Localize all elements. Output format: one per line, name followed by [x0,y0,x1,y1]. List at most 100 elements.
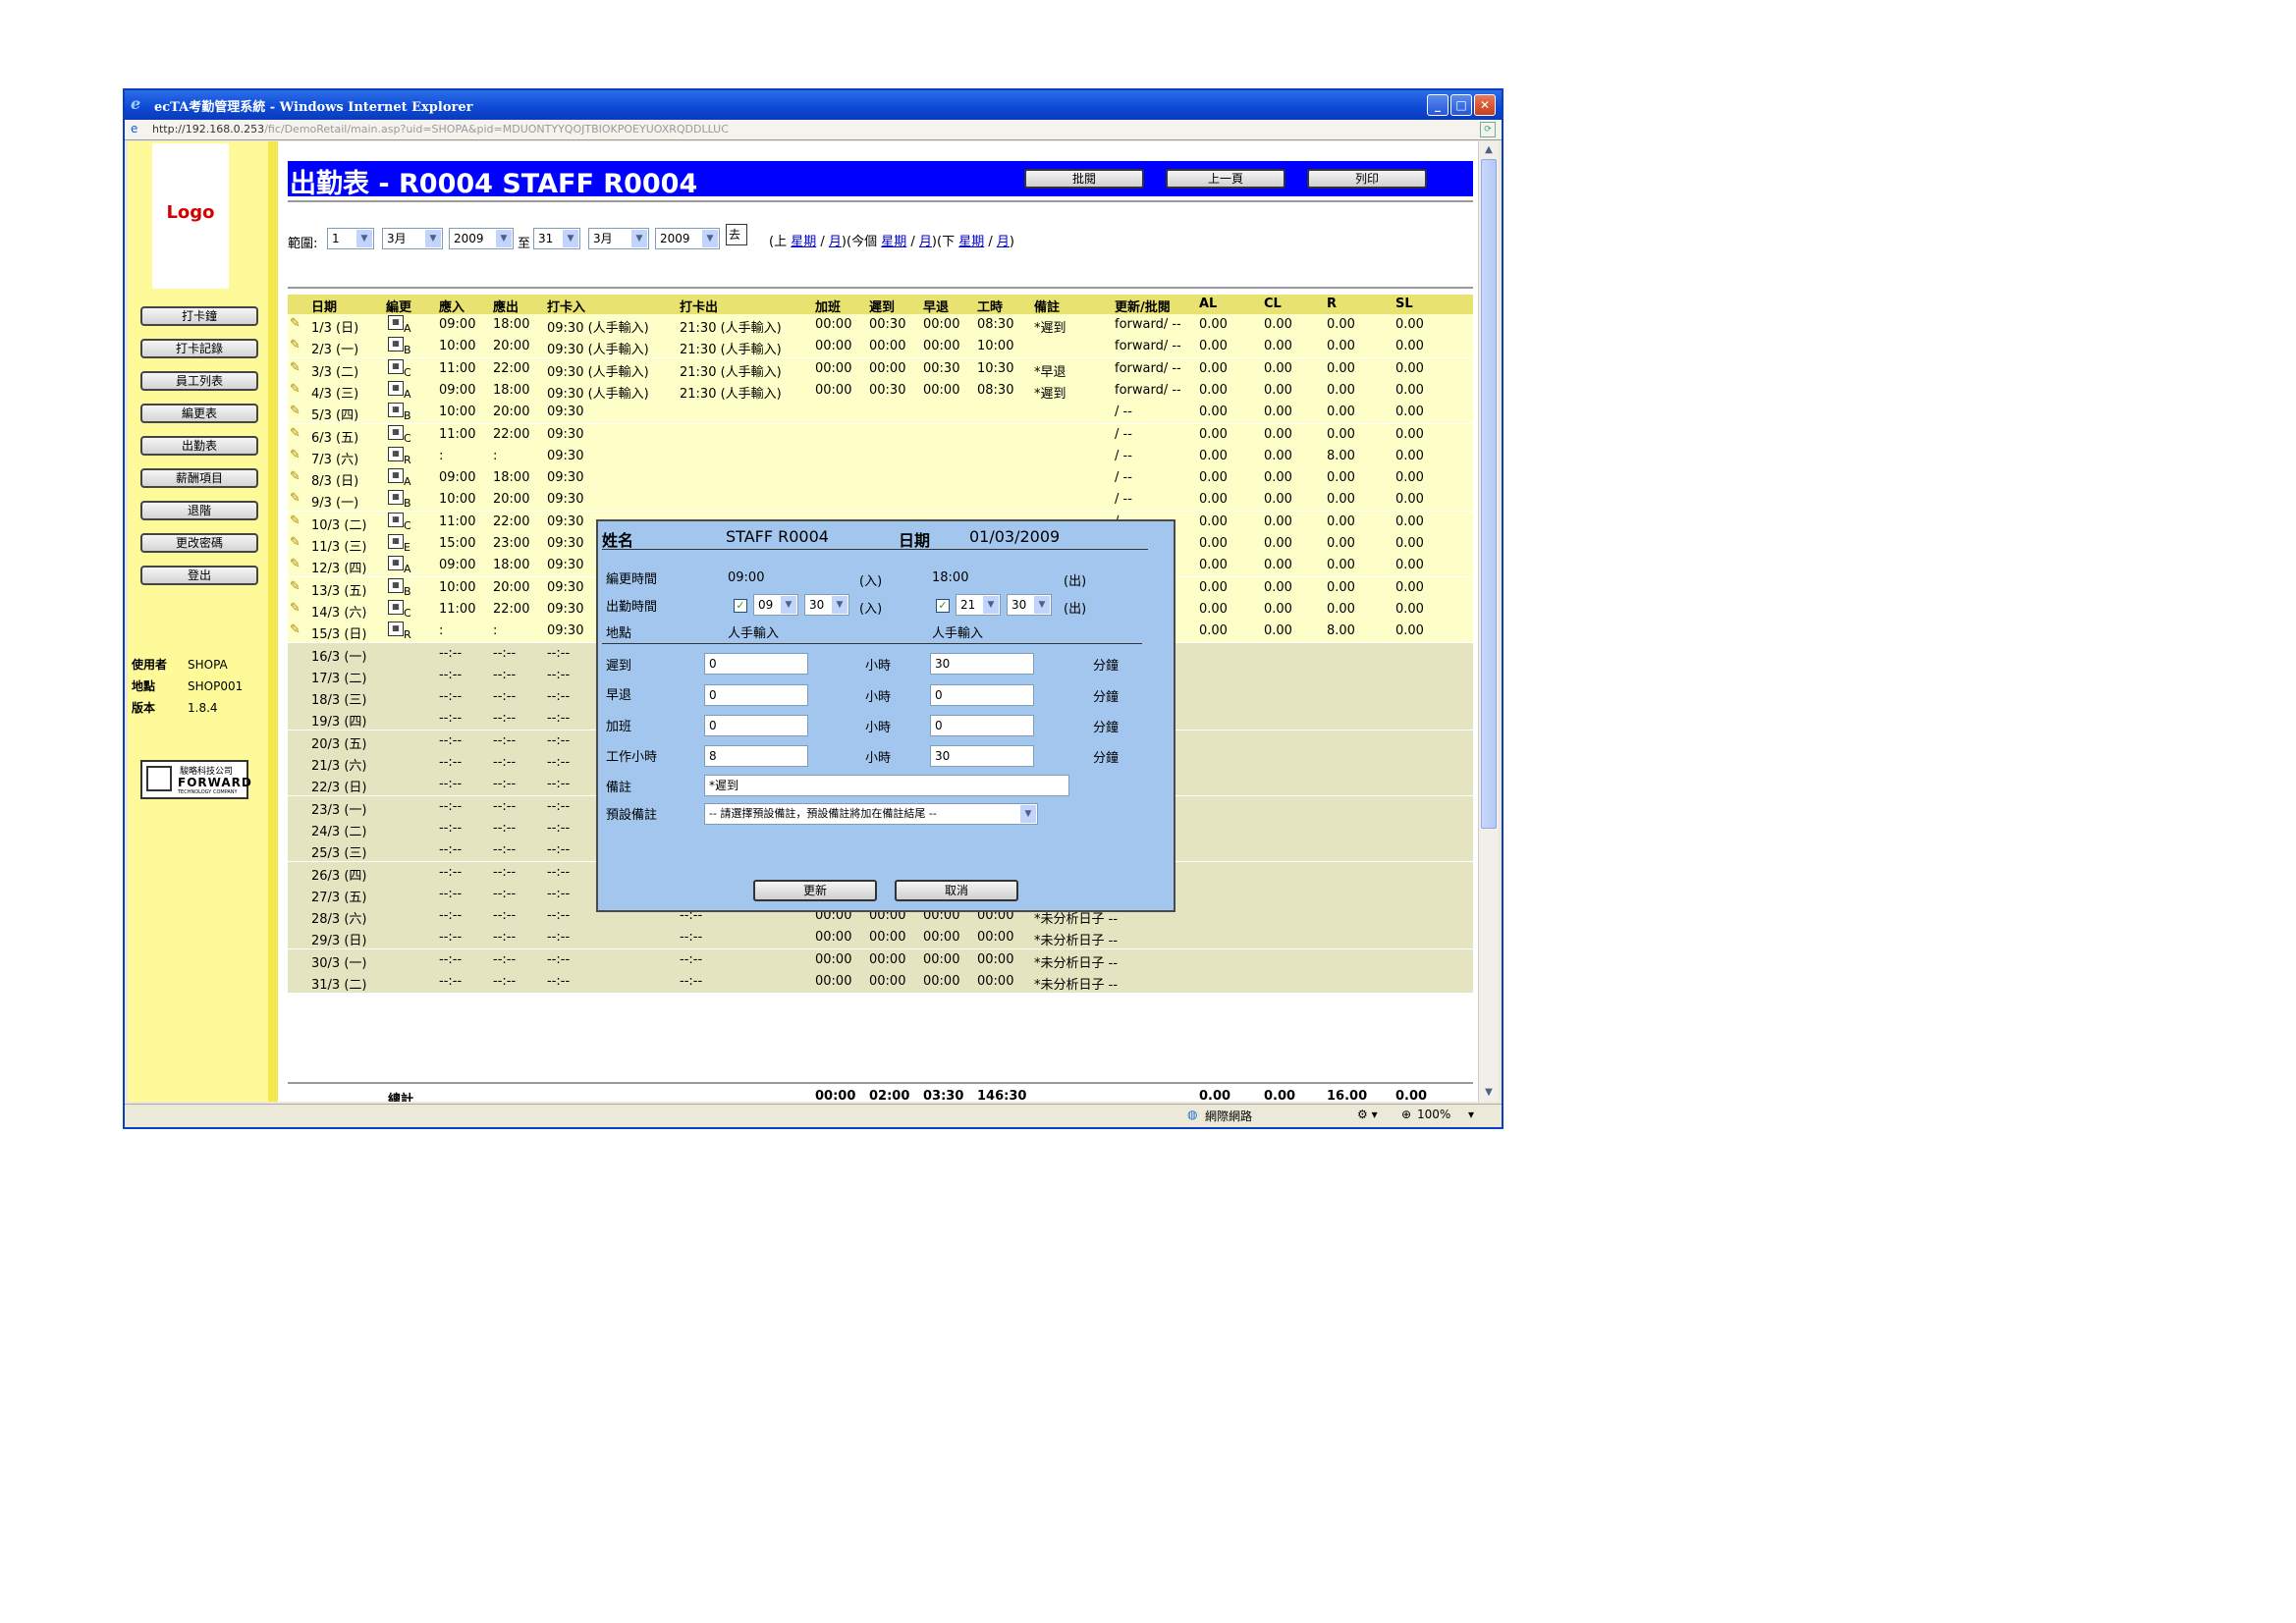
nav-clock-records-button[interactable]: 打卡記錄 [140,339,258,358]
nav-logout-button[interactable]: 登出 [140,566,258,585]
edit-pencil-icon[interactable]: ✎ [290,557,301,571]
to-day-select[interactable]: 31 ▼ [533,228,580,249]
nav-staff-list-button[interactable]: 員工列表 [140,371,258,391]
title-bar[interactable]: e ecTA考勤管理系統 - Windows Internet Explorer… [125,90,1502,120]
edit-pencil-icon[interactable]: ✎ [290,535,301,550]
zoom-level[interactable]: 100% [1417,1108,1450,1121]
calendar-icon[interactable]: ▦ [388,490,404,506]
close-button[interactable]: ✕ [1474,94,1496,116]
edit-pencil-icon[interactable]: ✎ [290,426,301,441]
row-date[interactable]: 14/3 (六) [311,602,366,621]
security-icon[interactable]: ⚙ ▾ [1357,1108,1378,1121]
edit-pencil-icon[interactable]: ✎ [290,316,301,331]
table-row[interactable]: ✎ ▦ A 4/3 (三) 09:00 18:00 09:30 (人手輸入) 21:30 (人… [288,379,1473,402]
table-row[interactable]: ✎ ▦ B 2/3 (一) 10:00 20:00 09:30 (人手輸入) 21:30 (人… [288,336,1473,358]
edit-pencil-icon[interactable]: ✎ [290,579,301,594]
overtime-minutes-input[interactable]: 0 [930,715,1034,736]
print-button[interactable]: 列印 [1307,169,1427,189]
row-date[interactable]: 3/3 (二) [311,361,358,380]
attend-out-hour-select[interactable]: 21 ▼ [956,594,1001,616]
calendar-icon[interactable]: ▦ [388,556,404,571]
calendar-icon[interactable]: ▦ [388,534,404,549]
table-row[interactable]: ✎ ▦ C 3/3 (二) 11:00 22:00 09:30 (人手輸入) 21:30 (人… [288,357,1473,380]
scroll-up-icon[interactable]: ▲ [1479,141,1499,159]
nav-roster-button[interactable]: 編更表 [140,404,258,423]
calendar-icon[interactable]: ▦ [388,446,404,461]
attend-out-min-select[interactable]: 30 ▼ [1007,594,1052,616]
attend-out-checkbox[interactable]: ✓ [936,599,950,613]
next-month-link[interactable]: 月 [997,235,1010,249]
scroll-thumb[interactable] [1481,159,1497,829]
go-button[interactable]: 去 [726,224,747,245]
edit-pencil-icon[interactable]: ✎ [290,601,301,616]
edit-pencil-icon[interactable]: ✎ [290,382,301,397]
edit-pencil-icon[interactable]: ✎ [290,360,301,375]
approve-button[interactable]: 批閱 [1024,169,1144,189]
address-bar[interactable]: e http://192.168.0.253/fic/DemoRetail/ma… [125,120,1502,140]
row-date[interactable]: 6/3 (五) [311,427,358,446]
calendar-icon[interactable]: ▦ [388,424,404,440]
attend-in-checkbox[interactable]: ✓ [734,599,747,613]
previous-page-button[interactable]: 上一頁 [1166,169,1285,189]
late-hours-input[interactable]: 0 [704,653,808,675]
from-year-select[interactable]: 2009 ▼ [449,228,514,249]
from-month-select[interactable]: 3月 ▼ [382,228,443,249]
early-minutes-input[interactable]: 0 [930,684,1034,706]
chevron-down-icon[interactable]: ▾ [1468,1108,1474,1121]
row-date[interactable]: 12/3 (四) [311,558,366,576]
edit-pencil-icon[interactable]: ✎ [290,448,301,462]
maximize-button[interactable]: □ [1450,94,1472,116]
edit-pencil-icon[interactable]: ✎ [290,469,301,484]
calendar-icon[interactable]: ▦ [388,577,404,593]
row-date[interactable]: 13/3 (五) [311,580,366,599]
edit-pencil-icon[interactable]: ✎ [290,491,301,506]
cancel-button[interactable]: 取消 [895,880,1018,901]
calendar-icon[interactable]: ▦ [388,337,404,352]
table-row[interactable]: ✎ ▦ B 5/3 (四) 10:00 20:00 09:30 / -- 0.00 0.00 0.0… [288,402,1473,424]
to-year-select[interactable]: 2009 ▼ [655,228,720,249]
edit-pencil-icon[interactable]: ✎ [290,338,301,352]
this-month-link[interactable]: 月 [919,235,932,249]
compat-view-icon[interactable]: ⟳ [1480,122,1496,137]
table-row[interactable]: ✎ ▦ A 1/3 (日) 09:00 18:00 09:30 (人手輸入) 21:30 (人… [288,314,1473,336]
calendar-icon[interactable]: ▦ [388,512,404,527]
nav-clock-button[interactable]: 打卡鐘 [140,306,258,326]
row-date[interactable]: 15/3 (日) [311,623,366,642]
table-row[interactable]: ✎ ▦ C 6/3 (五) 11:00 22:00 09:30 / -- 0.00 0.00 0.0… [288,423,1473,446]
nav-payroll-items-button[interactable]: 薪酬項目 [140,468,258,488]
prev-week-link[interactable]: 星期 [791,235,816,249]
prev-month-link[interactable]: 月 [829,235,842,249]
address-url[interactable]: http://192.168.0.253/fic/DemoRetail/main… [152,123,729,135]
to-month-select[interactable]: 3月 ▼ [588,228,649,249]
attend-in-hour-select[interactable]: 09 ▼ [753,594,798,616]
early-hours-input[interactable]: 0 [704,684,808,706]
from-day-select[interactable]: 1 ▼ [327,228,374,249]
work-minutes-input[interactable]: 30 [930,745,1034,767]
calendar-icon[interactable]: ▦ [388,315,404,330]
row-date[interactable]: 4/3 (三) [311,383,358,402]
calendar-icon[interactable]: ▦ [388,468,404,484]
table-row[interactable]: ✎ ▦ A 8/3 (日) 09:00 18:00 09:30 / -- 0.00 0.00 0.0… [288,467,1473,490]
row-date[interactable]: 9/3 (一) [311,492,358,511]
row-date[interactable]: 5/3 (四) [311,405,358,423]
scroll-down-icon[interactable]: ▼ [1479,1084,1499,1102]
row-date[interactable]: 10/3 (二) [311,514,366,533]
preset-remark-select[interactable]: -- 請選擇預設備註，預設備註將加在備註結尾 -- ▼ [704,803,1038,825]
table-row[interactable]: 31/3 (二) --:-- --:-- --:-- --:-- 00:00 00:00 00… [288,971,1473,993]
nav-advanced-button[interactable]: 退階 [140,501,258,520]
calendar-icon[interactable]: ▦ [388,403,404,418]
calendar-icon[interactable]: ▦ [388,380,404,396]
row-date[interactable]: 2/3 (一) [311,339,358,357]
calendar-icon[interactable]: ▦ [388,358,404,374]
next-week-link[interactable]: 星期 [958,235,984,249]
table-row[interactable]: 29/3 (日) --:-- --:-- --:-- --:-- 00:00 00:00 00… [288,927,1473,949]
calendar-icon[interactable]: ▦ [388,622,404,637]
nav-change-password-button[interactable]: 更改密碼 [140,533,258,553]
remark-input[interactable]: *遲到 [704,775,1069,796]
edit-pencil-icon[interactable]: ✎ [290,404,301,418]
late-minutes-input[interactable]: 30 [930,653,1034,675]
row-date[interactable]: 8/3 (日) [311,470,358,489]
edit-pencil-icon[interactable]: ✎ [290,622,301,637]
overtime-hours-input[interactable]: 0 [704,715,808,736]
calendar-icon[interactable]: ▦ [388,599,404,615]
